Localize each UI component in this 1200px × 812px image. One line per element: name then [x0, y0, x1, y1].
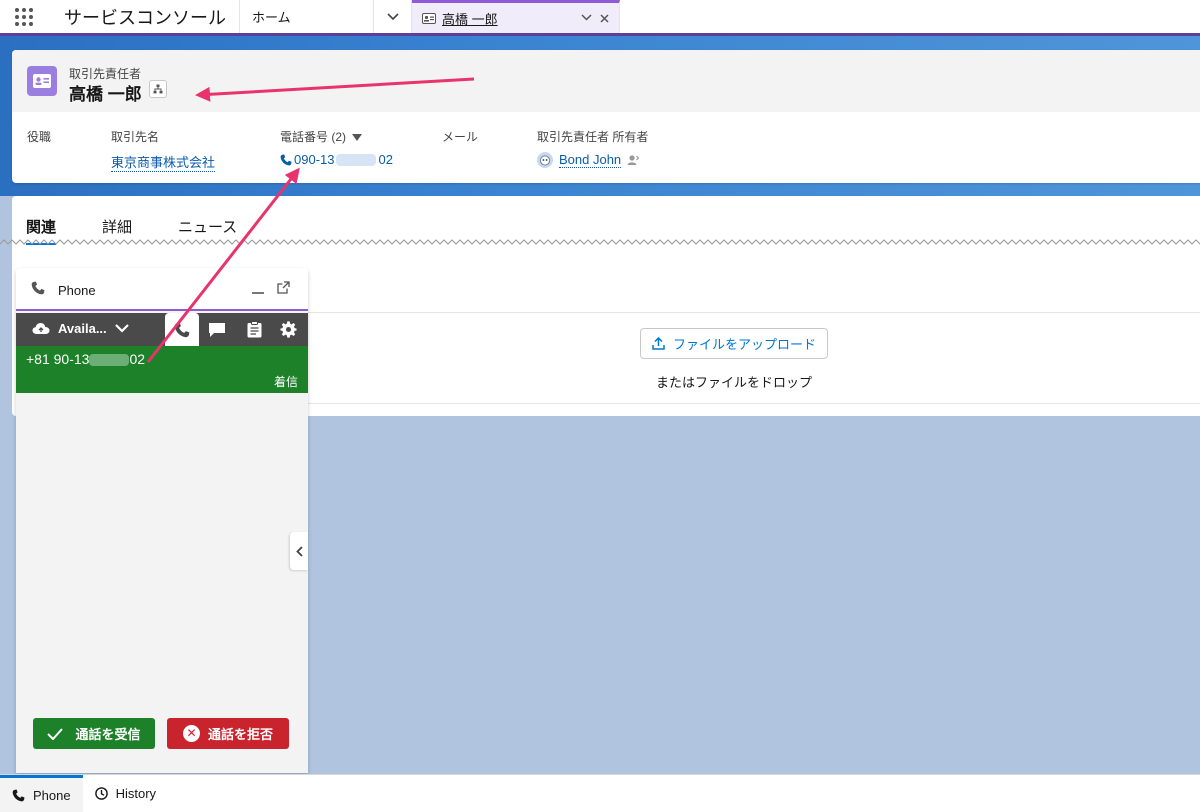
close-circle-icon: ✕ [182, 725, 200, 742]
field-email: メール [442, 130, 479, 144]
softphone-title: Phone [58, 283, 96, 298]
screenshot-cut-edge [0, 239, 1200, 245]
phone-link[interactable]: 090-13 02 [280, 152, 393, 167]
app-launcher-button[interactable] [0, 0, 48, 33]
record-title: 高橋 一郎 [69, 85, 142, 104]
hierarchy-icon [153, 84, 163, 94]
softphone-panel: Phone Availa... +81 90-13 02 着信 通話を受信 ✕ … [16, 268, 308, 773]
field-account: 取引先名 東京商事株式会社 [111, 130, 216, 172]
popout-icon[interactable] [277, 281, 290, 294]
status-chevron-down-icon [114, 324, 129, 333]
tab-home[interactable]: ホーム [240, 0, 374, 33]
toolbar-notes-button[interactable] [237, 313, 271, 346]
console-navbar: サービスコンソール ホーム 高橋 一郎 [0, 0, 1200, 36]
toolbar-phone-button[interactable] [165, 313, 199, 346]
app-name: サービスコンソール [48, 0, 240, 33]
softphone-toolbar: Availa... [16, 313, 308, 346]
tab-close-icon[interactable] [600, 13, 609, 23]
account-link[interactable]: 東京商事株式会社 [111, 152, 216, 172]
phone-icon [31, 281, 45, 295]
accept-call-button[interactable]: 通話を受信 [33, 718, 155, 749]
toolbar-settings-button[interactable] [271, 313, 305, 346]
upload-icon [652, 337, 665, 350]
call-state-label: 着信 [273, 375, 298, 389]
record-header: 取引先責任者 高橋 一郎 役職 取引先名 東京商事株式会社 電話番号 (2) 0… [12, 50, 1200, 183]
phone-icon [12, 789, 25, 801]
tab-contact-record[interactable]: 高橋 一郎 [412, 0, 620, 33]
clipboard-icon [247, 321, 261, 338]
upload-files-button[interactable]: ファイルをアップロード [640, 328, 828, 359]
cloud-status-icon [32, 323, 50, 334]
contact-object-icon [27, 66, 57, 96]
incoming-number: +81 90-13 02 [26, 351, 146, 367]
tab-contact-label: 高橋 一郎 [442, 11, 498, 27]
owner-avatar [537, 152, 553, 168]
redacted-digits [89, 354, 130, 367]
panel-collapse-button[interactable] [290, 532, 308, 570]
hierarchy-button[interactable] [149, 80, 167, 98]
chevron-left-icon [295, 545, 303, 557]
phone-icon [174, 322, 190, 337]
utility-history-button[interactable]: History [83, 775, 168, 812]
file-upload-area[interactable]: ファイルをアップロード またはファイルをドロップ [308, 312, 1200, 404]
phone-icon [280, 154, 292, 165]
softphone-header: Phone [16, 268, 308, 311]
incoming-call-bar: +81 90-13 02 着信 [16, 346, 308, 393]
gear-icon [279, 321, 297, 338]
reject-call-button[interactable]: ✕ 通話を拒否 [167, 718, 289, 749]
checkmark-icon [47, 727, 64, 740]
redacted-digits [336, 153, 377, 166]
agent-status-dropdown[interactable]: Availa... [32, 321, 129, 336]
owner-link[interactable]: Bond John [559, 152, 622, 168]
drop-files-text: またはファイルをドロップ [655, 375, 812, 390]
field-title: 役職 [27, 130, 52, 144]
nav-menu-chevron-icon[interactable] [374, 0, 412, 33]
minimize-icon[interactable] [252, 281, 264, 295]
app-launcher-icon [15, 7, 33, 26]
phone-dropdown-icon[interactable] [352, 134, 363, 141]
toolbar-chat-button[interactable] [200, 313, 234, 346]
utility-bar: Phone History [0, 774, 1200, 812]
utility-phone-button[interactable]: Phone [0, 775, 83, 812]
chat-icon [209, 322, 225, 337]
contact-card-icon [422, 12, 436, 24]
field-owner: 取引先責任者 所有者 Bond John [537, 130, 649, 168]
change-owner-icon[interactable] [627, 154, 640, 166]
clock-icon [94, 787, 108, 800]
field-phone: 電話番号 (2) 090-13 02 [280, 130, 393, 167]
tab-chevron-down-icon[interactable] [581, 13, 592, 21]
